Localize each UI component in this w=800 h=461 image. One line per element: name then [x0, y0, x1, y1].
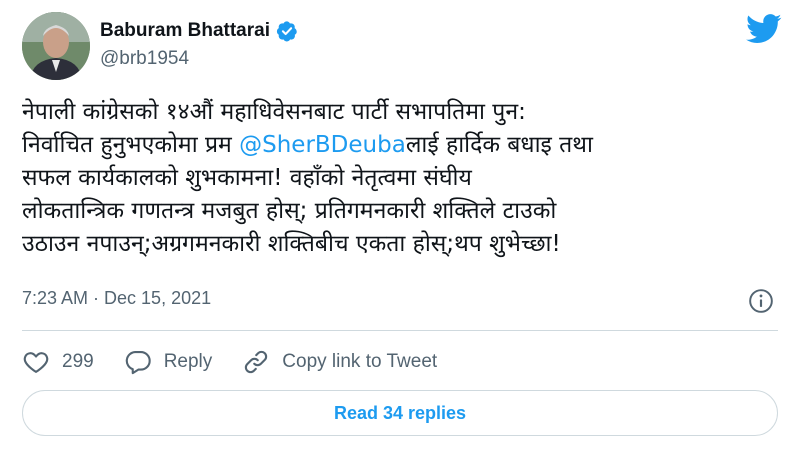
- tweet-line: नेपाली कांग्रेसको १४औं महाधिवेसनबाट पार्…: [22, 96, 782, 129]
- tweet-text-segment: सफल कार्यकालको शुभकामना! वहाँको नेतृत्वम…: [22, 165, 472, 191]
- mention-link[interactable]: @SherBDeuba: [239, 132, 406, 158]
- read-replies-button[interactable]: Read 34 replies: [22, 390, 778, 436]
- tweet-line: लोकतान्त्रिक गणतन्त्र मजबुत होस्; प्रतिग…: [22, 195, 782, 228]
- copy-link-button[interactable]: Copy link to Tweet: [242, 348, 437, 376]
- heart-icon: [23, 352, 49, 373]
- speech-bubble-icon: [125, 351, 151, 375]
- tweet-actions: 299 Reply Copy link to Tweet: [22, 346, 467, 378]
- author-block: Baburam Bhattarai @brb1954: [100, 18, 298, 70]
- display-name[interactable]: Baburam Bhattarai: [100, 20, 270, 42]
- divider: [22, 330, 778, 331]
- tweet-line: उठाउन नपाउन्;अग्रगमनकारी शक्तिबीच एकता ह…: [22, 228, 782, 261]
- handle[interactable]: @brb1954: [100, 48, 298, 70]
- name-row: Baburam Bhattarai: [100, 18, 298, 44]
- tweet-text-segment: उठाउन नपाउन्;अग्रगमनकारी शक्तिबीच एकता ह…: [22, 231, 561, 257]
- avatar[interactable]: [22, 12, 90, 80]
- tweet-text-segment: निर्वाचित हुनुभएकोमा प्रम: [22, 132, 240, 158]
- tweet-line: सफल कार्यकालको शुभकामना! वहाँको नेतृत्वम…: [22, 162, 782, 195]
- tweet-timestamp[interactable]: 7:23 AM · Dec 15, 2021: [22, 288, 211, 309]
- like-button[interactable]: 299: [22, 348, 94, 376]
- tweet-header: Baburam Bhattarai @brb1954: [22, 12, 782, 82]
- verified-badge-icon: [276, 21, 297, 42]
- tweet-text-segment: नेपाली कांग्रेसको १४औं महाधिवेसनबाट पार्…: [22, 99, 526, 125]
- link-icon: [245, 350, 268, 374]
- like-count: 299: [62, 351, 94, 372]
- tweet-text: नेपाली कांग्रेसको १४औं महाधिवेसनबाट पार्…: [22, 96, 782, 261]
- copy-link-label: Copy link to Tweet: [282, 351, 438, 372]
- tweet-line: निर्वाचित हुनुभएकोमा प्रम @SherBDeubaलाई…: [22, 129, 782, 162]
- tweet-text-segment: लाई हार्दिक बधाइ तथा: [405, 132, 593, 158]
- tweet-text-segment: लोकतान्त्रिक गणतन्त्र मजबुत होस्; प्रतिग…: [22, 198, 557, 224]
- reply-label: Reply: [163, 351, 213, 372]
- tweet-card: Baburam Bhattarai @brb1954 नेपाली कांग्र…: [0, 0, 800, 461]
- info-icon[interactable]: [748, 288, 774, 314]
- avatar-photo: [22, 12, 90, 80]
- twitter-bird-icon[interactable]: [746, 14, 782, 44]
- reply-button[interactable]: Reply: [124, 348, 213, 376]
